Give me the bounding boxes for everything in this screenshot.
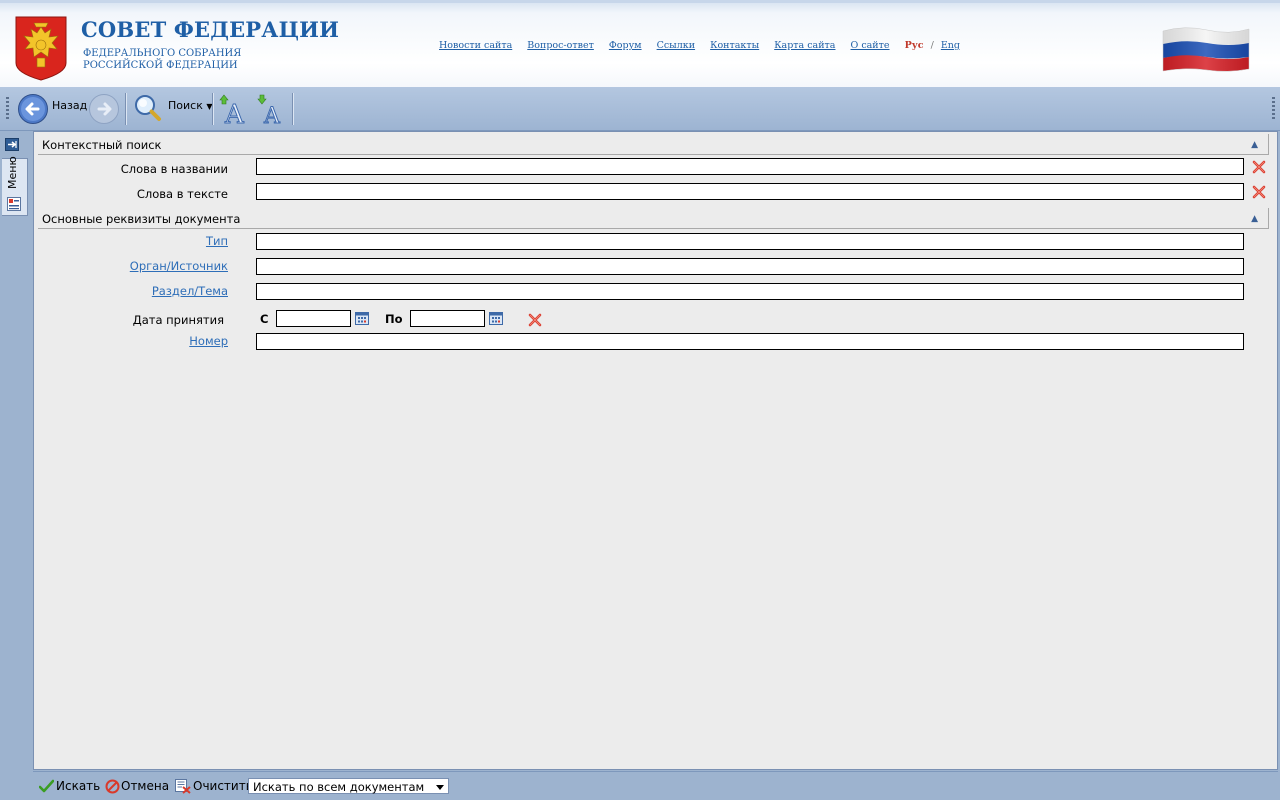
number-input[interactable] — [256, 333, 1244, 350]
calendar-from-icon[interactable] — [355, 312, 369, 325]
clear-date-icon[interactable] — [528, 313, 542, 327]
source-link[interactable]: Орган/Источник — [36, 259, 228, 273]
title-words-label: Слова в названии — [120, 162, 228, 176]
toolbar-grip[interactable] — [6, 97, 9, 119]
font-increase-icon[interactable]: A — [218, 93, 250, 125]
section-topic-input[interactable] — [256, 283, 1244, 300]
nav-news-link[interactable]: Новости сайта — [439, 40, 512, 51]
forward-arrow-icon[interactable] — [88, 93, 120, 125]
lang-en-link[interactable]: Eng — [941, 40, 960, 51]
toolbar: Назад Поиск ▼ A A — [0, 87, 1280, 131]
doc-details-title: Основные реквизиты документа — [42, 212, 241, 226]
org-subtitle-line1: ФЕДЕРАЛЬНОГО СОБРАНИЯ — [83, 48, 242, 59]
svg-text:A: A — [224, 100, 245, 125]
search-scope-select[interactable]: Искать по всем документам — [248, 778, 449, 794]
toolbar-separator — [125, 93, 127, 125]
search-button-label: Искать — [56, 779, 101, 793]
search-menu-label: Поиск — [168, 99, 203, 112]
adoption-date-label: Дата принятия — [132, 313, 224, 327]
org-subtitle: ФЕДЕРАЛЬНОГО СОБРАНИЯ РОССИЙСКОЙ ФЕДЕРАЦ… — [83, 48, 241, 72]
org-title: СОВЕТ ФЕДЕРАЦИИ — [81, 17, 340, 42]
toolbar-end-grip[interactable] — [1272, 97, 1275, 119]
nav-faq-link[interactable]: Вопрос-ответ — [527, 40, 594, 51]
text-words-input[interactable] — [256, 183, 1244, 200]
lang-separator: / — [930, 40, 934, 51]
search-button[interactable]: Искать — [39, 778, 101, 795]
clear-form-icon — [175, 779, 191, 794]
font-decrease-icon[interactable]: A — [256, 93, 288, 125]
number-link[interactable]: Номер — [36, 334, 228, 348]
title-words-input[interactable] — [256, 158, 1244, 175]
source-input[interactable] — [256, 258, 1244, 275]
search-form-panel: Контекстный поиск ▲ Слова в названии Сло… — [33, 131, 1278, 770]
clear-text-words-icon[interactable] — [1252, 185, 1266, 199]
calendar-to-icon[interactable] — [489, 312, 503, 325]
date-from-input[interactable] — [276, 310, 351, 327]
lang-ru-active: Рус — [904, 40, 924, 51]
context-search-title: Контекстный поиск — [42, 138, 162, 152]
type-input[interactable] — [256, 233, 1244, 250]
search-magnifier-icon[interactable] — [133, 93, 163, 123]
menu-tab[interactable]: Меню — [2, 156, 28, 216]
menu-list-icon — [7, 197, 21, 211]
back-button-label[interactable]: Назад — [52, 99, 87, 112]
date-from-label: С — [260, 312, 269, 326]
menu-tab-label: Меню — [6, 156, 19, 189]
clear-button[interactable]: Очистить — [175, 778, 253, 795]
clear-title-words-icon[interactable] — [1252, 160, 1266, 174]
collapse-up-icon[interactable]: ▲ — [1251, 140, 1258, 150]
toolbar-separator — [212, 93, 214, 125]
site-header: СОВЕТ ФЕДЕРАЦИИ ФЕДЕРАЛЬНОГО СОБРАНИЯ РО… — [0, 0, 1280, 87]
type-link[interactable]: Тип — [36, 234, 228, 248]
coat-of-arms-icon — [15, 16, 67, 81]
svg-text:A: A — [263, 104, 281, 125]
org-subtitle-line2: РОССИЙСКОЙ ФЕДЕРАЦИИ — [83, 60, 238, 71]
search-scope-value: Искать по всем документам — [253, 780, 425, 794]
doc-details-header[interactable]: Основные реквизиты документа ▲ — [38, 208, 1269, 229]
cancel-button-label: Отмена — [121, 779, 170, 793]
context-search-header[interactable]: Контекстный поиск ▲ — [38, 134, 1269, 155]
left-menu-strip: Меню — [0, 131, 33, 800]
clear-button-label: Очистить — [193, 779, 253, 793]
cancel-icon — [105, 779, 120, 794]
date-to-input[interactable] — [410, 310, 485, 327]
checkmark-icon — [39, 779, 54, 793]
search-menu-button[interactable]: Поиск ▼ — [168, 99, 213, 112]
section-topic-link[interactable]: Раздел/Тема — [36, 284, 228, 298]
nav-sitemap-link[interactable]: Карта сайта — [774, 40, 835, 51]
text-words-label: Слова в тексте — [136, 187, 228, 201]
nav-links-link[interactable]: Ссылки — [657, 40, 695, 51]
nav-about-link[interactable]: О сайте — [851, 40, 890, 51]
collapse-up-icon[interactable]: ▲ — [1251, 214, 1258, 224]
dropdown-arrow-icon — [436, 785, 444, 790]
pin-panel-icon[interactable] — [5, 138, 19, 151]
russian-flag-icon — [1162, 27, 1250, 72]
cancel-button[interactable]: Отмена — [105, 778, 169, 795]
nav-contacts-link[interactable]: Контакты — [710, 40, 759, 51]
date-to-label: По — [385, 312, 403, 326]
top-navigation: Новости сайта Вопрос-ответ Форум Ссылки … — [439, 40, 960, 51]
nav-forum-link[interactable]: Форум — [609, 40, 642, 51]
toolbar-separator — [292, 93, 294, 125]
bottom-action-bar: Искать Отмена Очистить Искать по всем до… — [33, 771, 1278, 800]
back-arrow-icon[interactable] — [17, 93, 49, 125]
